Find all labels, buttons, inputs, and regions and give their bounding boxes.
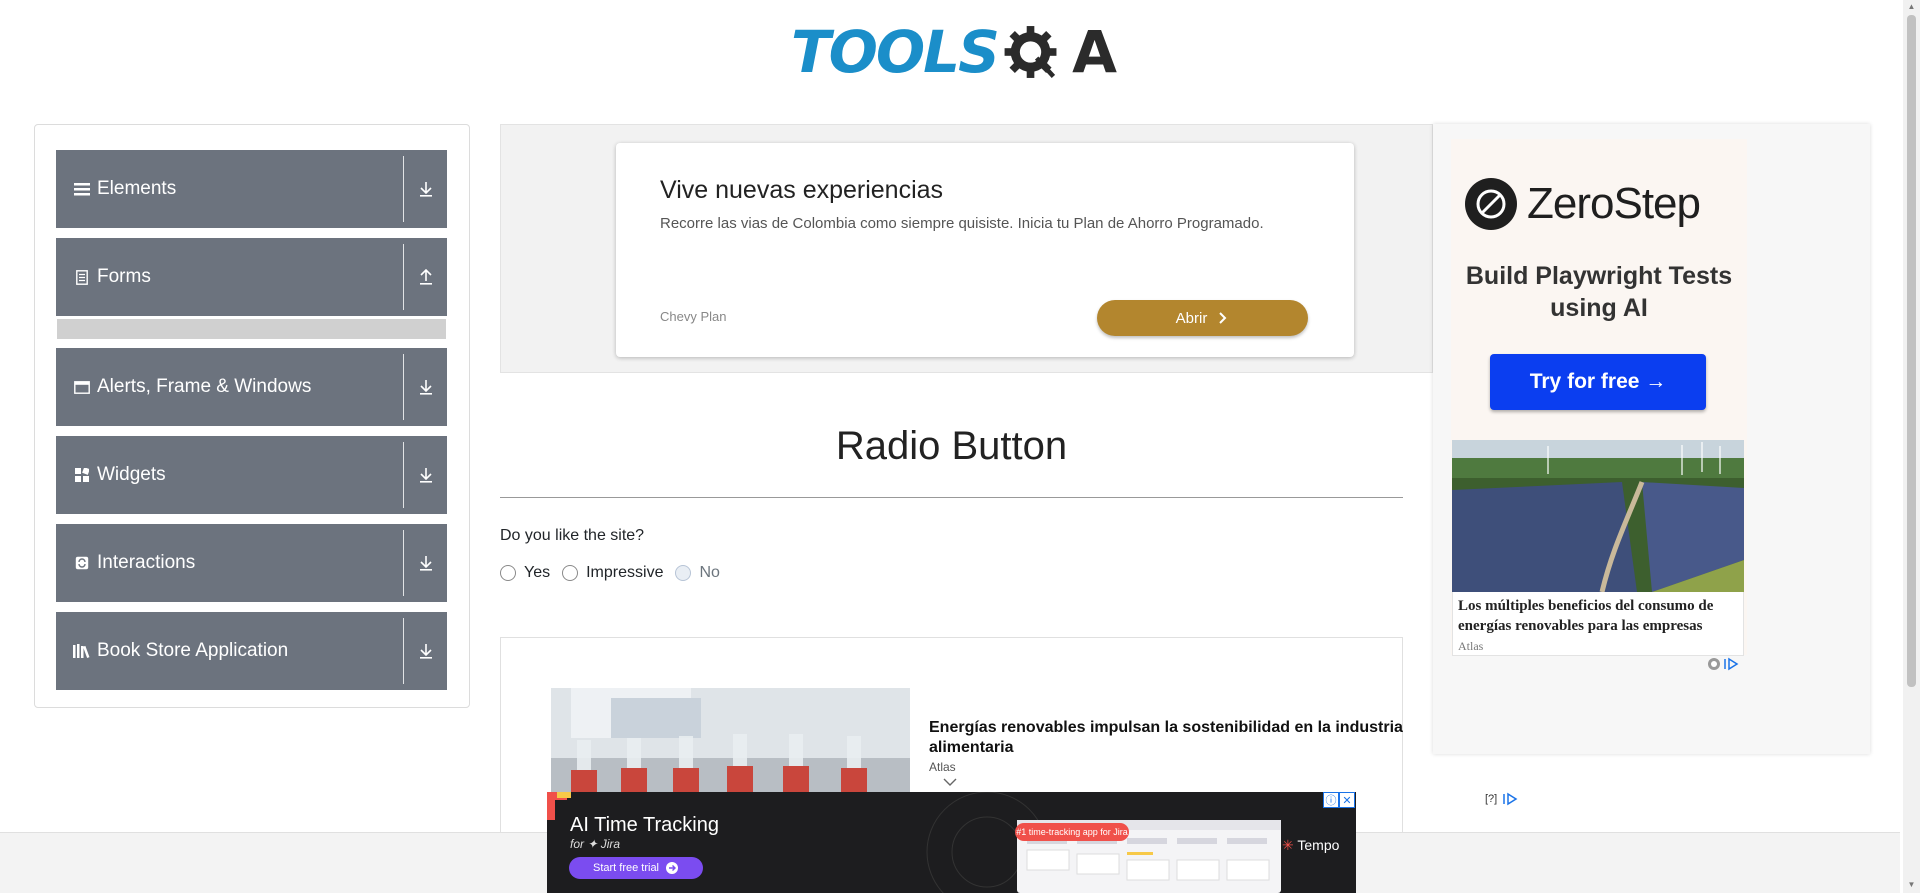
download-arrow-icon[interactable] bbox=[404, 643, 447, 659]
chevy-plan-ad[interactable]: Vive nuevas experiencias Recorre las via… bbox=[616, 143, 1354, 357]
sidebar-group-label: Alerts, Frame & Windows bbox=[97, 376, 312, 397]
scroll-thumb[interactable] bbox=[1907, 15, 1916, 687]
download-arrow-icon[interactable] bbox=[404, 379, 447, 395]
sidebar-group-label: Forms bbox=[97, 266, 151, 287]
solar-source: Atlas bbox=[1458, 639, 1484, 653]
gear-q-icon bbox=[1004, 26, 1057, 78]
radio-question: Do you like the site? bbox=[500, 527, 645, 544]
sidebar-group-book-store[interactable]: Book Store Application bbox=[56, 612, 447, 690]
divider bbox=[403, 530, 404, 596]
try-for-free-button[interactable]: Try for free → bbox=[1490, 354, 1706, 410]
sidebar-group-label: Book Store Application bbox=[97, 640, 289, 661]
scroll-down-arrow-icon[interactable]: ▼ bbox=[1907, 880, 1916, 890]
sidebar-group-alerts[interactable]: Alerts, Frame & Windows bbox=[56, 348, 447, 426]
ad-open-label: Abrir bbox=[1175, 309, 1208, 327]
solar-caption: Los múltiples beneficios del consumo de … bbox=[1458, 598, 1714, 634]
chevron-down-icon[interactable] bbox=[943, 776, 957, 790]
sidebar-group-interactions[interactable]: Interactions bbox=[56, 524, 447, 602]
divider bbox=[403, 354, 404, 420]
tempo-title: AI Time Tracking bbox=[570, 814, 719, 836]
hamburger-icon bbox=[73, 180, 91, 198]
start-free-trial-button[interactable]: Start free trial bbox=[569, 857, 703, 879]
radio-impressive[interactable]: Impressive bbox=[562, 564, 663, 582]
divider bbox=[403, 244, 404, 310]
divider bbox=[403, 442, 404, 508]
radio-circle[interactable] bbox=[500, 565, 516, 581]
page-scrollbar[interactable]: ▲ ▼ bbox=[1903, 0, 1920, 893]
logo-text: TOOLS bbox=[791, 18, 1000, 86]
sidebar-group-elements[interactable]: Elements bbox=[56, 150, 447, 228]
sidebar-group-forms[interactable]: Forms bbox=[56, 238, 447, 316]
toolsqa-logo[interactable]: TOOLS A bbox=[791, 14, 1117, 90]
tempo-pill: #1 time-tracking app for Jira bbox=[1015, 823, 1129, 841]
zerostep-headline: Build Playwright Tests using AI bbox=[1465, 262, 1733, 322]
sidebar-group-label: Interactions bbox=[97, 552, 196, 573]
scroll-up-arrow-icon[interactable]: ▲ bbox=[1907, 2, 1916, 12]
bottles-image[interactable] bbox=[551, 688, 910, 792]
start-free-trial-label: Start free trial bbox=[592, 862, 660, 874]
title-divider bbox=[500, 497, 1403, 498]
ad-description: Recorre las vias de Colombia como siempr… bbox=[660, 215, 1264, 232]
page-title: Radio Button bbox=[835, 424, 1068, 468]
ad-brand: Chevy Plan bbox=[660, 309, 727, 324]
download-arrow-icon[interactable] bbox=[404, 181, 447, 197]
sidebar-group-label: Widgets bbox=[97, 464, 166, 485]
tempo-ad-banner[interactable]: AI Time Tracking for ✦ Jira Start free t… bbox=[547, 792, 1356, 893]
logo-text-end: A bbox=[1072, 18, 1117, 86]
tempo-star-icon: ✳ bbox=[1282, 837, 1294, 853]
tempo-ad-controls: ⓘ ✕ bbox=[1323, 792, 1355, 808]
download-arrow-icon[interactable] bbox=[404, 555, 447, 571]
sidebar-group-widgets[interactable]: Widgets bbox=[56, 436, 447, 514]
ad-qmark-label: [?] bbox=[1485, 793, 1498, 805]
page: TOOLS A Elements Forms Alerts, Frame & W… bbox=[0, 0, 1920, 893]
divider bbox=[403, 618, 404, 684]
radio-label[interactable]: Impressive bbox=[586, 564, 663, 582]
news-source: Atlas bbox=[929, 760, 956, 774]
adchoices-icon bbox=[1503, 792, 1518, 806]
zerostep-mark-icon bbox=[1465, 178, 1517, 230]
tempo-brand: ✳ Tempo bbox=[1282, 837, 1339, 854]
upload-arrow-icon[interactable] bbox=[404, 269, 447, 285]
window-icon bbox=[73, 378, 91, 396]
arrow-right-icon bbox=[666, 862, 679, 874]
radio-circle[interactable] bbox=[562, 565, 579, 581]
radio-no: No bbox=[675, 564, 720, 582]
solar-caption-box[interactable]: Los múltiples beneficios del consumo de … bbox=[1452, 592, 1744, 656]
ad-info-link[interactable]: [?] bbox=[1485, 792, 1523, 806]
zerostep-logo[interactable]: ZeroStep bbox=[1465, 178, 1701, 230]
radio-yes[interactable]: Yes bbox=[500, 564, 550, 582]
widgets-icon bbox=[73, 466, 91, 484]
divider bbox=[403, 156, 404, 222]
news-headline[interactable]: Energías renovables impulsan la sostenib… bbox=[929, 718, 1409, 758]
ad-open-button[interactable]: Abrir bbox=[1097, 300, 1308, 336]
download-arrow-icon[interactable] bbox=[404, 467, 447, 483]
radio-group: Yes Impressive No bbox=[500, 564, 732, 582]
document-icon bbox=[73, 268, 91, 286]
chevron-right-icon bbox=[1219, 312, 1227, 324]
solar-farm-image[interactable] bbox=[1452, 440, 1744, 592]
radio-label[interactable]: Yes bbox=[524, 564, 550, 582]
left-sidebar: Elements Forms Alerts, Frame & Windows W… bbox=[34, 124, 470, 708]
tempo-subtitle: for ✦ Jira bbox=[570, 837, 621, 851]
tempo-brand-name: Tempo bbox=[1297, 837, 1340, 853]
close-icon[interactable]: ✕ bbox=[1339, 792, 1355, 808]
zerostep-name: ZeroStep bbox=[1527, 179, 1701, 228]
radio-label: No bbox=[699, 564, 720, 581]
forms-submenu-collapsed bbox=[57, 319, 446, 339]
ad-title: Vive nuevas experiencias bbox=[660, 176, 944, 204]
radio-circle bbox=[675, 565, 692, 581]
books-icon bbox=[73, 642, 91, 660]
adchoices-icon[interactable] bbox=[1707, 657, 1747, 671]
ad-info-icon[interactable]: ⓘ bbox=[1323, 792, 1339, 808]
sidebar-group-label: Elements bbox=[97, 178, 177, 199]
interactions-icon bbox=[73, 554, 91, 572]
